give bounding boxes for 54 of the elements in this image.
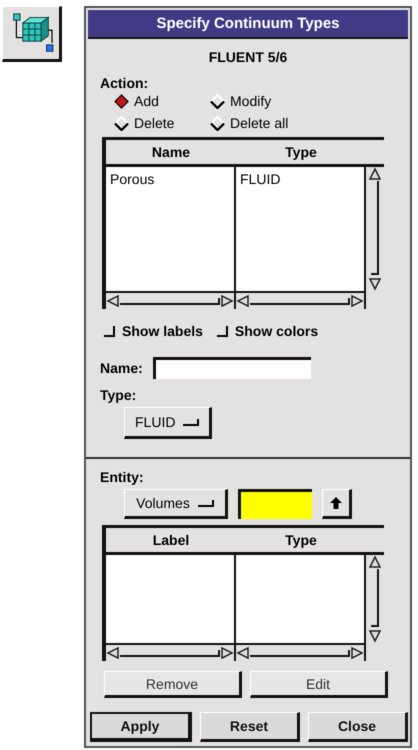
column-header: Name — [150, 143, 192, 162]
horizontal-scrollbar[interactable] — [236, 293, 364, 309]
up-arrow-icon[interactable] — [368, 555, 382, 569]
column-header: Type — [284, 143, 318, 162]
type-option-menu[interactable]: FLUID — [124, 407, 212, 439]
horizontal-scrollbar[interactable] — [106, 645, 234, 661]
checkbox-option[interactable]: Show colors — [216, 323, 318, 339]
panel-heading: FLUENT 5/6 — [208, 49, 288, 65]
window-title: Specify Continuum Types — [88, 10, 408, 39]
right-arrow-icon[interactable] — [220, 294, 234, 308]
list-cell[interactable]: Porous — [110, 171, 230, 187]
down-arrow-icon[interactable] — [368, 629, 382, 643]
up-arrow-icon — [329, 496, 343, 510]
section-label: Entity: — [100, 469, 145, 485]
horizontal-scrollbar[interactable] — [236, 645, 364, 661]
list-action-button[interactable]: Edit — [250, 671, 388, 698]
list-box[interactable]: Label Type — [102, 525, 384, 661]
list-action-button[interactable]: Remove — [104, 671, 242, 698]
left-arrow-icon[interactable] — [236, 646, 250, 660]
radio-option[interactable]: Delete all — [210, 115, 408, 131]
field-label: Name: — [100, 360, 143, 376]
radio-option[interactable]: Add — [114, 93, 210, 109]
left-arrow-icon[interactable] — [106, 646, 120, 660]
right-arrow-icon[interactable] — [220, 646, 234, 660]
entity-option-menu[interactable]: Volumes — [124, 489, 228, 519]
dialog-button[interactable]: Close — [308, 712, 408, 742]
field-label: Type: — [100, 387, 138, 403]
scroll-thumb[interactable] — [371, 181, 379, 275]
tool-button[interactable] — [2, 6, 62, 62]
radio-option[interactable]: Delete — [114, 115, 210, 131]
horizontal-scrollbar[interactable] — [106, 293, 234, 309]
radio-indicator-icon[interactable] — [114, 116, 129, 130]
list-cell[interactable]: FLUID — [240, 171, 360, 187]
down-arrow-icon[interactable] — [368, 277, 382, 291]
scroll-thumb[interactable] — [371, 569, 379, 627]
up-arrow-icon[interactable] — [368, 167, 382, 181]
name-field[interactable] — [152, 357, 311, 379]
dialog-button[interactable]: Apply — [90, 712, 192, 742]
checkbox-option[interactable]: Show labels — [104, 323, 203, 339]
entity-field[interactable] — [238, 489, 312, 519]
radio-indicator-icon[interactable] — [210, 116, 225, 130]
radio-indicator-icon[interactable] — [114, 94, 129, 108]
dialog-button[interactable]: Reset — [200, 712, 300, 742]
right-arrow-icon[interactable] — [350, 646, 364, 660]
column-header: Type — [284, 531, 318, 550]
list-box[interactable]: Name Type Porous FLUID — [102, 137, 384, 309]
left-arrow-icon[interactable] — [236, 294, 250, 308]
left-arrow-icon[interactable] — [106, 294, 120, 308]
column-header: Label — [152, 531, 190, 550]
radio-indicator-icon[interactable] — [210, 94, 225, 108]
radio-option[interactable]: Modify — [210, 93, 408, 109]
select-button[interactable] — [322, 489, 352, 519]
right-arrow-icon[interactable] — [350, 294, 364, 308]
section-label: Action: — [100, 75, 150, 91]
